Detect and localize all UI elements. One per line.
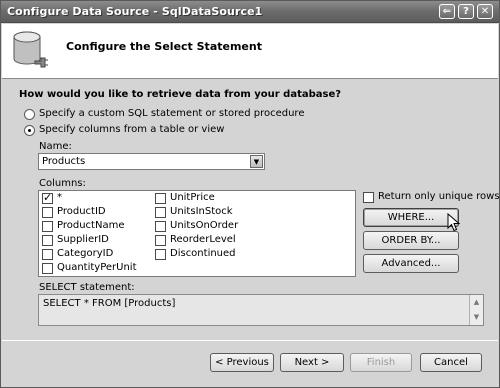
- specify-columns-label[interactable]: Specify columns from a table or view: [39, 124, 224, 135]
- column-label: ProductName: [57, 220, 125, 231]
- custom-sql-radio[interactable]: [24, 109, 35, 120]
- next-button[interactable]: Next >: [280, 353, 344, 372]
- close-icon[interactable]: ✕: [477, 4, 493, 19]
- column-checkbox-unitsonorder[interactable]: [155, 221, 166, 232]
- finish-button[interactable]: Finish: [350, 353, 412, 372]
- unique-rows-checkbox[interactable]: [363, 192, 374, 203]
- column-checkbox-unitsinstock[interactable]: [155, 207, 166, 218]
- select-statement-label: SELECT statement:: [39, 282, 135, 293]
- column-label: *: [57, 192, 62, 203]
- title-bar: Configure Data Source - SqlDataSource1 ⇐…: [1, 1, 499, 23]
- configure-data-source-dialog: Configure Data Source - SqlDataSource1 ⇐…: [0, 0, 500, 388]
- column-label: ReorderLevel: [170, 234, 236, 245]
- advanced-button[interactable]: Advanced...: [363, 254, 459, 273]
- column-checkbox-reorderlevel[interactable]: [155, 235, 166, 246]
- custom-sql-label[interactable]: Specify a custom SQL statement or stored…: [39, 108, 304, 119]
- page-title: Configure the Select Statement: [66, 40, 262, 53]
- retrieve-question: How would you like to retrieve data from…: [19, 89, 342, 100]
- select-statement-text: SELECT * FROM [Products]: [43, 298, 176, 309]
- column-checkbox-unitprice[interactable]: [155, 193, 166, 204]
- database-icon: [13, 31, 48, 68]
- column-checkbox-discontinued[interactable]: [155, 249, 166, 260]
- columns-list: * ProductID ProductName SupplierID Categ…: [38, 190, 356, 277]
- select-statement-box: SELECT * FROM [Products] ▲ ▼: [38, 294, 484, 326]
- column-label: ProductID: [57, 206, 106, 217]
- help-icon[interactable]: ?: [458, 4, 474, 19]
- unique-rows-label[interactable]: Return only unique rows: [378, 191, 500, 202]
- order-by-button[interactable]: ORDER BY...: [363, 231, 459, 250]
- column-label: Discontinued: [170, 248, 236, 259]
- column-checkbox-star[interactable]: [42, 191, 53, 204]
- mouse-pointer-icon: [447, 213, 461, 232]
- previous-button[interactable]: < Previous: [210, 353, 274, 372]
- cancel-button[interactable]: Cancel: [420, 353, 482, 372]
- column-checkbox-productname[interactable]: [42, 221, 53, 232]
- footer-divider: [2, 340, 498, 341]
- scroll-up-icon[interactable]: ▲: [469, 295, 483, 310]
- column-label: UnitPrice: [170, 192, 215, 203]
- column-checkbox-categoryid[interactable]: [42, 249, 53, 260]
- column-label: UnitsOnOrder: [170, 220, 239, 231]
- column-label: UnitsInStock: [170, 206, 233, 217]
- chevron-down-icon[interactable]: ▼: [250, 155, 263, 168]
- back-icon[interactable]: ⇐: [439, 4, 455, 19]
- column-label: QuantityPerUnit: [57, 262, 137, 273]
- column-label: SupplierID: [57, 234, 109, 245]
- table-name-value: Products: [42, 156, 86, 167]
- wizard-header: Configure the Select Statement: [2, 24, 498, 79]
- specify-columns-radio[interactable]: [24, 125, 35, 136]
- scroll-down-icon[interactable]: ▼: [469, 310, 483, 325]
- column-checkbox-supplierid[interactable]: [42, 235, 53, 246]
- where-button[interactable]: WHERE...: [363, 208, 459, 227]
- table-name-select[interactable]: Products ▼: [38, 153, 265, 170]
- column-checkbox-productid[interactable]: [42, 207, 53, 218]
- column-label: CategoryID: [57, 248, 114, 259]
- column-checkbox-quantityperunit[interactable]: [42, 263, 53, 274]
- window-title: Configure Data Source - SqlDataSource1: [7, 5, 263, 18]
- name-label: Name:: [39, 141, 72, 152]
- columns-label: Columns:: [39, 178, 86, 189]
